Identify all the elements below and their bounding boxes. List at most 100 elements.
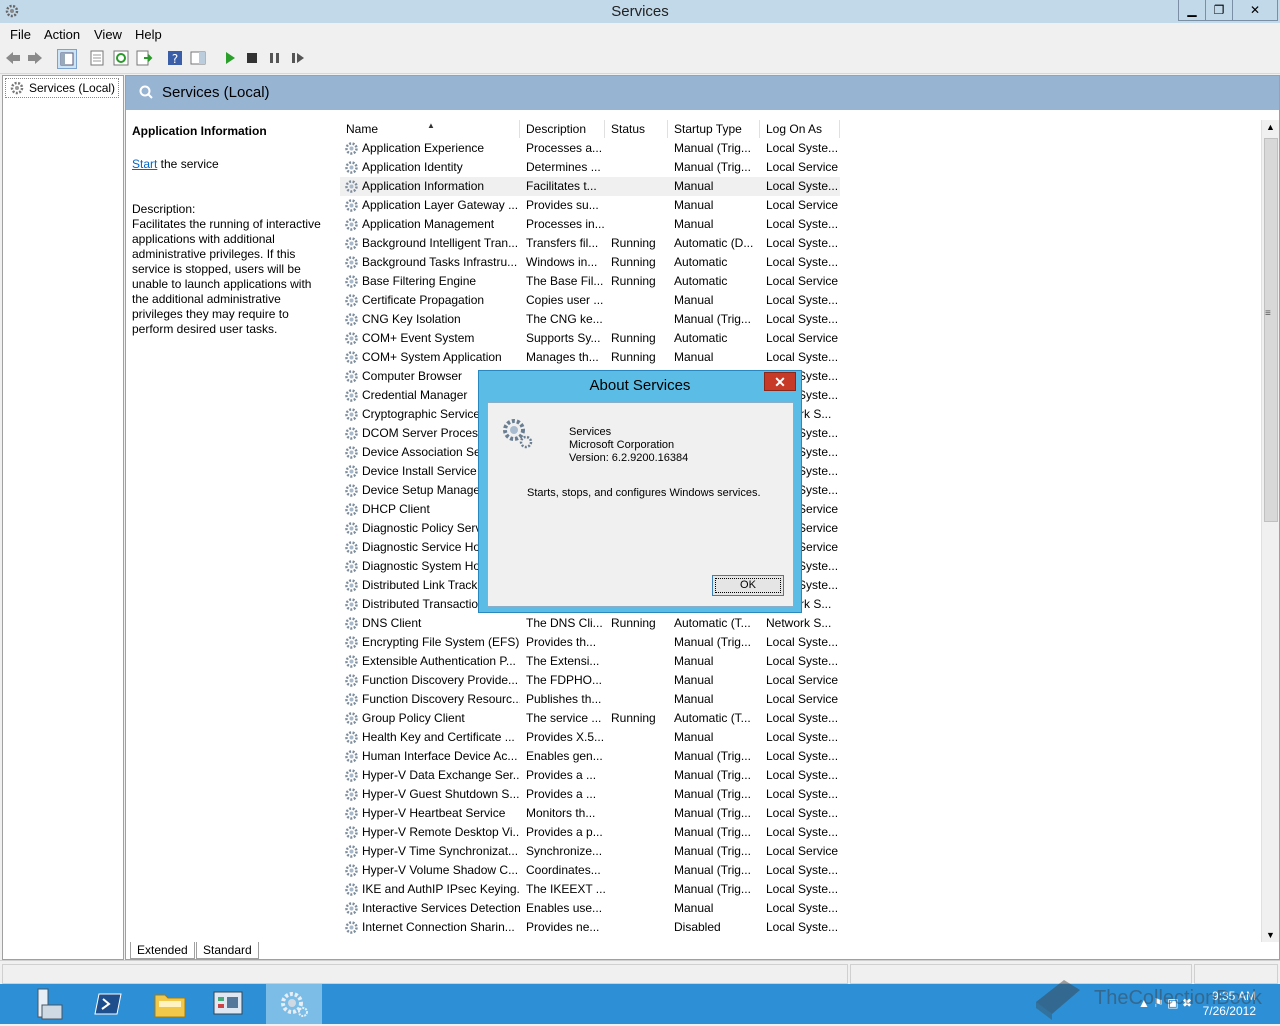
cell-name: Health Key and Certificate ... bbox=[362, 730, 515, 744]
service-gear-icon bbox=[344, 787, 359, 802]
watermark: TheCollectionBook bbox=[1030, 972, 1270, 1022]
cell-status: Running bbox=[611, 616, 656, 630]
table-row[interactable]: Application Information Facilitates t... M… bbox=[340, 177, 840, 196]
cell-description: Enables use... bbox=[526, 901, 603, 915]
cell-log-on-as: Local Syste... bbox=[766, 825, 839, 839]
column-header-name[interactable]: Name ▲ bbox=[340, 120, 520, 138]
minimize-button[interactable]: ▁ bbox=[1178, 0, 1206, 21]
column-header-status[interactable]: Status bbox=[605, 120, 668, 138]
start-service-link[interactable]: Start bbox=[132, 157, 157, 171]
restore-button[interactable]: ❐ bbox=[1205, 0, 1233, 21]
cell-startup-type: Manual (Trig... bbox=[674, 806, 751, 820]
cell-name: Application Information bbox=[362, 179, 485, 193]
start-service-icon[interactable] bbox=[221, 49, 239, 67]
column-header-startup-type[interactable]: Startup Type bbox=[668, 120, 760, 138]
table-row[interactable]: Health Key and Certificate ... Provides X… bbox=[340, 728, 840, 747]
cell-startup-type: Manual bbox=[674, 350, 714, 364]
table-row[interactable]: Hyper-V Volume Shadow C... Coordinates...… bbox=[340, 861, 840, 880]
table-row[interactable]: Hyper-V Remote Desktop Vi... Provides a p… bbox=[340, 823, 840, 842]
table-row[interactable]: Internet Connection Sharin... Provides ne… bbox=[340, 918, 840, 936]
table-row[interactable]: COM+ Event System Supports Sy... Running Au… bbox=[340, 329, 840, 348]
menu-action[interactable]: Action bbox=[44, 27, 80, 42]
table-row[interactable]: Certificate Propagation Copies user ... Ma… bbox=[340, 291, 840, 310]
ok-button[interactable]: OK bbox=[712, 575, 784, 596]
file-explorer-button[interactable] bbox=[142, 984, 198, 1024]
export-list-icon[interactable] bbox=[135, 49, 153, 67]
table-row[interactable]: Human Interface Device Ac... Enables gen.… bbox=[340, 747, 840, 766]
scroll-down-icon[interactable]: ▼ bbox=[1266, 930, 1275, 940]
column-header-description[interactable]: Description bbox=[520, 120, 605, 138]
server-manager-button[interactable] bbox=[18, 984, 74, 1024]
table-row[interactable]: Interactive Services Detection Enables us… bbox=[340, 899, 840, 918]
table-row[interactable]: COM+ System Application Manages th... Runn… bbox=[340, 348, 840, 367]
table-row[interactable]: Hyper-V Time Synchronizat... Synchronize.… bbox=[340, 842, 840, 861]
table-row[interactable]: Extensible Authentication P... The Extens… bbox=[340, 652, 840, 671]
table-row[interactable]: Function Discovery Provide... The FDPHO..… bbox=[340, 671, 840, 690]
cell-description: Enables gen... bbox=[526, 749, 603, 763]
table-row[interactable]: Application Identity Determines ... Manual… bbox=[340, 158, 840, 177]
service-gear-icon bbox=[344, 141, 359, 156]
table-row[interactable]: Application Experience Processes a... Manu… bbox=[340, 139, 840, 158]
cell-log-on-as: Local Syste... bbox=[766, 749, 839, 763]
table-row[interactable]: Hyper-V Heartbeat Service Monitors th... M… bbox=[340, 804, 840, 823]
back-arrow-icon[interactable] bbox=[4, 49, 22, 67]
service-gear-icon bbox=[344, 730, 359, 745]
table-row[interactable]: Hyper-V Guest Shutdown S... Provides a ..… bbox=[340, 785, 840, 804]
cell-startup-type: Manual bbox=[674, 293, 714, 307]
stop-service-icon[interactable] bbox=[243, 49, 261, 67]
service-gear-icon bbox=[344, 179, 359, 194]
cell-log-on-as: Local Service bbox=[766, 160, 839, 174]
about-description: Starts, stops, and configures Windows se… bbox=[527, 487, 761, 499]
table-row[interactable]: Application Layer Gateway ... Provides su… bbox=[340, 196, 840, 215]
table-row[interactable]: Group Policy Client The service ... Runnin… bbox=[340, 709, 840, 728]
cell-name: Hyper-V Data Exchange Ser... bbox=[362, 768, 520, 782]
table-row[interactable]: CNG Key Isolation The CNG ke... Manual (Tr… bbox=[340, 310, 840, 329]
dialog-close-button[interactable]: ✕ bbox=[764, 372, 796, 391]
properties-sheet-icon[interactable] bbox=[88, 49, 106, 67]
scroll-up-icon[interactable]: ▲ bbox=[1266, 122, 1275, 132]
cell-description: The Extensi... bbox=[526, 654, 600, 668]
table-row[interactable]: DNS Client The DNS Cli... Running Automatic… bbox=[340, 614, 840, 633]
services-taskbar-button[interactable] bbox=[266, 984, 322, 1024]
powershell-button[interactable] bbox=[80, 984, 136, 1024]
column-header-log-on-as[interactable]: Log On As bbox=[760, 120, 840, 138]
cell-startup-type: Automatic (T... bbox=[674, 711, 751, 725]
restart-service-icon[interactable] bbox=[289, 49, 307, 67]
refresh-icon[interactable] bbox=[112, 49, 130, 67]
service-gear-icon bbox=[344, 768, 359, 783]
table-row[interactable]: IKE and AuthIP IPsec Keying... The IKEEXT… bbox=[340, 880, 840, 899]
help-icon[interactable]: ? bbox=[166, 49, 184, 67]
cell-name: Application Management bbox=[362, 217, 495, 231]
cell-description: Copies user ... bbox=[526, 293, 604, 307]
table-row[interactable]: Base Filtering Engine The Base Fil... Runn… bbox=[340, 272, 840, 291]
menu-help[interactable]: Help bbox=[135, 27, 162, 42]
pause-service-icon[interactable] bbox=[266, 49, 284, 67]
cell-description: Provides a ... bbox=[526, 768, 597, 782]
cell-log-on-as: Local Service bbox=[766, 274, 839, 288]
menu-view[interactable]: View bbox=[94, 27, 122, 42]
cell-description: The CNG ke... bbox=[526, 312, 603, 326]
cell-name: COM+ Event System bbox=[362, 331, 475, 345]
service-gear-icon bbox=[344, 426, 359, 441]
table-row[interactable]: Background Tasks Infrastru... Windows in.… bbox=[340, 253, 840, 272]
forward-arrow-icon[interactable] bbox=[26, 49, 44, 67]
cell-status: Running bbox=[611, 274, 656, 288]
tab-standard[interactable]: Standard bbox=[196, 942, 259, 959]
vertical-scrollbar[interactable]: ▲ ≡ ▼ bbox=[1261, 120, 1279, 942]
tab-extended[interactable]: Extended bbox=[130, 942, 195, 959]
scroll-thumb[interactable] bbox=[1264, 138, 1278, 522]
close-button[interactable]: ✕ bbox=[1232, 0, 1278, 21]
action-pane-icon[interactable] bbox=[189, 49, 207, 67]
table-row[interactable]: Background Intelligent Tran... Transfers … bbox=[340, 234, 840, 253]
cell-startup-type: Manual bbox=[674, 730, 714, 744]
menu-file[interactable]: File bbox=[10, 27, 31, 42]
cell-log-on-as: Local Syste... bbox=[766, 863, 839, 877]
table-row[interactable]: Function Discovery Resourc... Publishes t… bbox=[340, 690, 840, 709]
table-row[interactable]: Hyper-V Data Exchange Ser... Provides a .… bbox=[340, 766, 840, 785]
control-panel-button[interactable] bbox=[200, 984, 256, 1024]
service-gear-icon bbox=[344, 749, 359, 764]
table-row[interactable]: Application Management Processes in... Man… bbox=[340, 215, 840, 234]
table-row[interactable]: Encrypting File System (EFS) Provides th.… bbox=[340, 633, 840, 652]
show-hide-tree-icon[interactable] bbox=[57, 49, 77, 69]
tree-item-services-local[interactable]: Services (Local) bbox=[5, 78, 120, 98]
